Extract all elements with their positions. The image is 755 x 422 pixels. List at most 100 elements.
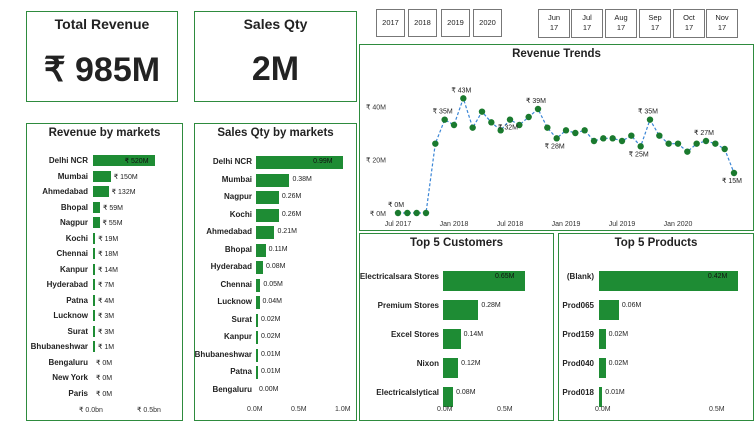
bar[interactable] — [443, 300, 479, 320]
bar[interactable] — [599, 358, 606, 378]
category-label: Patna — [66, 295, 88, 305]
data-point[interactable] — [702, 137, 710, 145]
data-point[interactable] — [656, 132, 663, 139]
bar[interactable] — [599, 387, 603, 407]
bar[interactable] — [93, 201, 100, 213]
month-button-sep[interactable]: Sep 17 — [639, 9, 671, 38]
data-label: 0.42M — [707, 273, 728, 280]
category-label: Bengaluru — [48, 357, 88, 367]
year-button-2018[interactable]: 2018 — [408, 9, 437, 37]
bar[interactable] — [93, 248, 96, 259]
data-point[interactable] — [609, 135, 616, 142]
bar[interactable] — [256, 226, 275, 239]
data-point[interactable] — [553, 135, 560, 142]
category-label: Bhopal — [60, 202, 88, 212]
data-label: 0.12M — [461, 360, 481, 367]
data-point[interactable] — [684, 148, 691, 155]
data-point[interactable] — [478, 108, 486, 115]
data-point[interactable] — [581, 127, 588, 134]
data-point[interactable] — [469, 124, 476, 131]
data-point[interactable] — [572, 129, 579, 137]
data-point[interactable] — [618, 137, 626, 145]
data-point[interactable] — [590, 137, 598, 145]
category-label: Nixon — [416, 359, 439, 368]
x-tick-label: 0.0M — [595, 406, 611, 413]
bar[interactable] — [256, 366, 258, 379]
data-point[interactable] — [693, 140, 700, 147]
revenue-by-markets-title: Revenue by markets — [48, 127, 161, 139]
data-point[interactable] — [646, 116, 654, 123]
bar[interactable] — [93, 279, 95, 290]
category-label: Bhubaneshwar — [30, 342, 88, 351]
month-button-jun[interactable]: Jun 17 — [538, 9, 570, 38]
data-point[interactable] — [404, 209, 411, 217]
year-button-2019[interactable]: 2019 — [441, 9, 470, 37]
data-point[interactable] — [712, 140, 719, 147]
bar[interactable] — [256, 348, 258, 362]
bar[interactable] — [256, 243, 266, 257]
data-point[interactable] — [488, 119, 495, 126]
data-point[interactable] — [413, 209, 420, 217]
data-label: 0.02M — [261, 315, 281, 323]
data-point[interactable] — [600, 135, 607, 142]
category-label: Ahmedabad — [206, 227, 252, 236]
bar[interactable] — [443, 387, 454, 407]
bar[interactable] — [256, 208, 279, 222]
category-label: Bengaluru — [212, 384, 252, 394]
data-point[interactable] — [637, 143, 644, 150]
bar[interactable] — [93, 294, 95, 306]
bar[interactable] — [93, 310, 95, 321]
data-label: 0.02M — [261, 333, 281, 340]
bar[interactable] — [256, 331, 258, 344]
data-label: 0.14M — [463, 331, 484, 338]
data-point[interactable] — [562, 127, 570, 134]
data-point[interactable] — [730, 169, 738, 177]
data-point[interactable] — [432, 140, 439, 147]
year-button-2017[interactable]: 2017 — [376, 9, 405, 37]
year-button-2020[interactable]: 2020 — [473, 9, 502, 37]
data-label: ₹ 7M — [98, 282, 115, 289]
bar[interactable] — [256, 173, 290, 187]
bar[interactable] — [256, 191, 279, 204]
month-button-oct[interactable]: Oct 17 — [673, 9, 705, 38]
data-label: 0.65M — [495, 273, 515, 280]
category-label: Delhi NCR — [48, 156, 88, 165]
month-button-nov[interactable]: Nov 17 — [706, 9, 738, 38]
bar[interactable] — [93, 263, 95, 275]
data-point[interactable] — [450, 121, 458, 129]
data-point[interactable] — [628, 132, 635, 139]
bar[interactable] — [599, 329, 606, 349]
bar[interactable] — [256, 296, 260, 309]
data-point[interactable] — [422, 209, 430, 217]
bar[interactable] — [93, 232, 96, 244]
data-point[interactable] — [460, 95, 467, 102]
bar[interactable] — [599, 300, 619, 320]
data-label: ₹ 55M — [102, 220, 123, 227]
bar[interactable] — [93, 170, 111, 182]
bar[interactable] — [256, 278, 261, 292]
bar[interactable] — [443, 329, 461, 349]
bar[interactable] — [256, 313, 258, 327]
month-name: Jun — [547, 13, 561, 22]
bar[interactable] — [256, 261, 264, 274]
data-point[interactable] — [525, 113, 532, 121]
top-customers-panel: Top 5 Customers Electricalsara Stores 0.6… — [359, 233, 554, 421]
data-label: 0.11M — [268, 245, 288, 253]
month-button-jul[interactable]: Jul 17 — [571, 9, 603, 38]
data-point[interactable] — [394, 209, 402, 217]
bar[interactable] — [443, 358, 459, 378]
bar[interactable] — [93, 217, 100, 228]
bar[interactable] — [93, 186, 109, 197]
month-button-aug[interactable]: Aug 17 — [605, 9, 637, 38]
data-point[interactable] — [534, 105, 542, 113]
bar[interactable] — [93, 325, 95, 337]
data-point[interactable] — [665, 140, 672, 147]
bar[interactable] — [93, 341, 95, 352]
data-point[interactable] — [674, 140, 682, 147]
data-point[interactable] — [506, 116, 514, 123]
data-point[interactable] — [544, 124, 551, 131]
data-point[interactable] — [441, 116, 448, 123]
data-label: ₹ 18M — [98, 251, 119, 258]
data-point[interactable] — [721, 145, 728, 153]
category-label: Prod159 — [562, 330, 594, 339]
